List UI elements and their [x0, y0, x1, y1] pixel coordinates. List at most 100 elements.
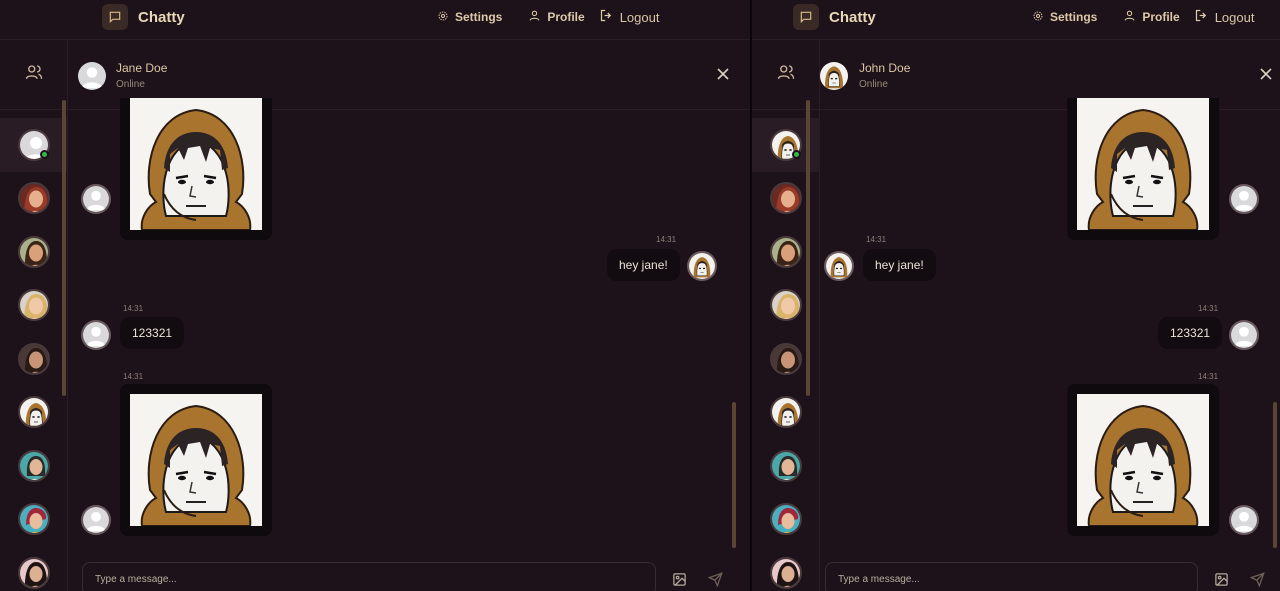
contact-item[interactable]	[0, 386, 68, 440]
chat-scrollbar[interactable]	[732, 402, 736, 548]
message-bubble: 123321	[1158, 317, 1223, 349]
chat-icon	[102, 4, 128, 30]
image-icon[interactable]	[1214, 572, 1230, 588]
avatar	[770, 182, 802, 215]
message-list: 14:31 hey jane! 14:31 123321 14:31	[820, 98, 1280, 561]
contact-item[interactable]	[0, 493, 68, 547]
user-icon	[1123, 9, 1136, 25]
avatar	[18, 289, 50, 322]
image-icon[interactable]	[672, 572, 688, 588]
image-message[interactable]	[1067, 384, 1219, 536]
header-avatar	[820, 62, 848, 90]
message-timestamp: 14:31	[1198, 372, 1219, 381]
contact-item[interactable]	[0, 172, 68, 226]
contact-item[interactable]	[0, 225, 68, 279]
settings-link[interactable]: Settings	[1032, 10, 1097, 25]
sender-avatar	[824, 251, 854, 281]
nav-links: Settings Profile Logout	[437, 8, 659, 26]
left-chat-window: Chatty Settings Profile Logout Jane Doe …	[0, 0, 751, 591]
message-timestamp: 14:31	[656, 235, 677, 244]
users-icon[interactable]	[25, 63, 43, 86]
sender-avatar	[1229, 184, 1259, 214]
sidebar-scrollbar[interactable]	[806, 100, 810, 396]
sender-avatar	[1229, 320, 1259, 350]
message-timestamp: 14:31	[1198, 304, 1219, 313]
brand[interactable]: Chatty	[793, 4, 876, 30]
header-avatar	[78, 62, 106, 90]
contacts-sidebar	[752, 40, 820, 591]
close-icon[interactable]	[1258, 66, 1274, 82]
logout-icon	[599, 8, 614, 26]
message-input[interactable]	[82, 562, 656, 591]
avatar	[770, 503, 802, 536]
chat-scrollbar[interactable]	[1273, 402, 1277, 548]
sender-avatar	[687, 251, 717, 281]
sender-avatar	[81, 320, 111, 350]
profile-label: Profile	[547, 10, 585, 24]
attached-image	[130, 394, 262, 526]
logout-label: Logout	[1214, 9, 1255, 25]
logout-link[interactable]: Logout	[599, 8, 660, 26]
contact-item[interactable]	[0, 332, 68, 386]
contact-status: Online	[859, 79, 888, 90]
contact-item[interactable]	[752, 439, 820, 493]
avatar	[18, 235, 50, 268]
avatar	[770, 342, 802, 375]
avatar	[770, 449, 802, 482]
message-bubble: hey jane!	[607, 249, 680, 281]
navbar: Chatty Settings Profile Logout	[0, 0, 751, 40]
brand-name: Chatty	[138, 8, 185, 26]
sidebar-scrollbar[interactable]	[62, 100, 66, 396]
send-icon[interactable]	[1249, 572, 1266, 588]
contact-item[interactable]	[752, 493, 820, 547]
nav-links: Settings Profile Logout	[1032, 8, 1254, 26]
attached-image	[1077, 98, 1209, 230]
composer	[0, 562, 751, 591]
brand-name: Chatty	[829, 8, 876, 26]
profile-label: Profile	[1142, 10, 1180, 24]
logout-icon	[1194, 8, 1209, 26]
contact-item[interactable]	[0, 279, 68, 333]
image-message[interactable]	[120, 384, 272, 536]
message-bubble: 123321	[120, 317, 185, 349]
avatar	[18, 503, 50, 536]
avatar	[18, 396, 50, 429]
close-icon[interactable]	[715, 66, 731, 82]
sender-avatar	[1229, 505, 1259, 535]
avatar	[18, 449, 50, 482]
online-indicator	[792, 150, 801, 159]
profile-link[interactable]: Profile	[1123, 9, 1180, 25]
contact-name: John Doe	[859, 61, 911, 75]
avatar	[18, 182, 50, 215]
settings-link[interactable]: Settings	[437, 10, 502, 25]
message-input[interactable]	[825, 562, 1198, 591]
contact-item[interactable]	[0, 439, 68, 493]
settings-label: Settings	[1050, 10, 1098, 24]
settings-label: Settings	[455, 10, 503, 24]
profile-link[interactable]: Profile	[528, 9, 585, 25]
logout-label: Logout	[619, 9, 660, 25]
contact-list	[0, 118, 68, 591]
message-timestamp: 14:31	[123, 372, 144, 381]
brand[interactable]: Chatty	[102, 4, 185, 30]
sender-avatar	[81, 505, 111, 535]
online-indicator	[40, 150, 49, 159]
contact-item[interactable]	[0, 118, 68, 172]
user-icon	[528, 9, 541, 25]
gear-icon	[1032, 10, 1044, 25]
avatar	[770, 289, 802, 322]
contact-status: Online	[116, 79, 145, 90]
image-message[interactable]	[1067, 98, 1219, 240]
avatar	[770, 235, 802, 268]
avatar	[18, 342, 50, 375]
logout-link[interactable]: Logout	[1194, 8, 1255, 26]
message-bubble: hey jane!	[863, 249, 936, 281]
send-icon[interactable]	[707, 572, 724, 588]
image-message[interactable]	[120, 98, 272, 240]
sender-avatar	[81, 184, 111, 214]
contacts-sidebar	[0, 40, 68, 591]
users-icon[interactable]	[777, 63, 795, 86]
right-chat-window: Chatty Settings Profile Logout John Doe …	[752, 0, 1280, 591]
attached-image	[130, 98, 262, 230]
message-timestamp: 14:31	[123, 304, 144, 313]
